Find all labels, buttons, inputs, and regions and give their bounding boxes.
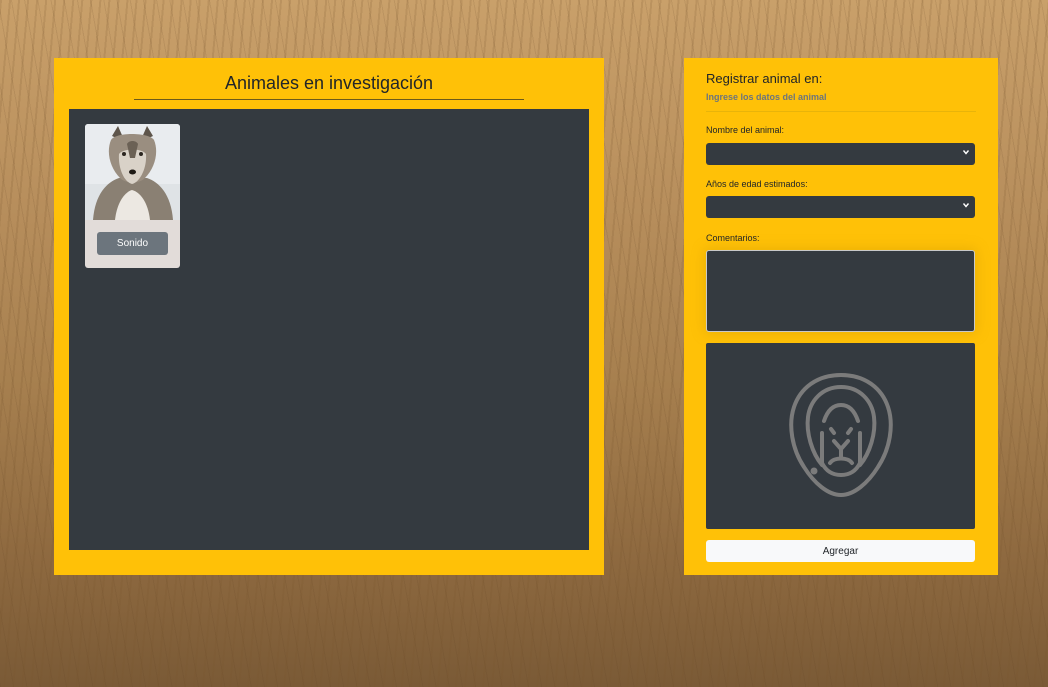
comments-label: Comentarios: (706, 233, 760, 243)
age-select[interactable] (706, 196, 975, 218)
animal-gallery: Sonido (69, 109, 589, 550)
wolf-photo (85, 124, 180, 220)
animal-name-label: Nombre del animal: (706, 125, 785, 135)
chevron-down-icon (962, 203, 970, 208)
research-panel: Animales en investigación Sonido (54, 58, 604, 575)
animal-name-select[interactable] (706, 143, 975, 165)
add-button[interactable]: Agregar (706, 540, 975, 562)
form-title: Registrar animal en: (706, 71, 823, 86)
chevron-down-icon (962, 150, 970, 155)
form-header: Registrar animal en: Ingrese los datos d… (706, 71, 976, 112)
register-panel: Registrar animal en: Ingrese los datos d… (684, 58, 998, 575)
comments-textarea[interactable] (706, 250, 975, 332)
lion-icon (789, 373, 893, 497)
animal-preview (706, 343, 975, 529)
age-label: Años de edad estimados: (706, 179, 808, 189)
sound-button[interactable]: Sonido (97, 232, 168, 255)
research-title: Animales en investigación (134, 73, 524, 100)
form-subtitle: Ingrese los datos del animal (706, 92, 827, 102)
animal-card[interactable]: Sonido (85, 124, 180, 268)
